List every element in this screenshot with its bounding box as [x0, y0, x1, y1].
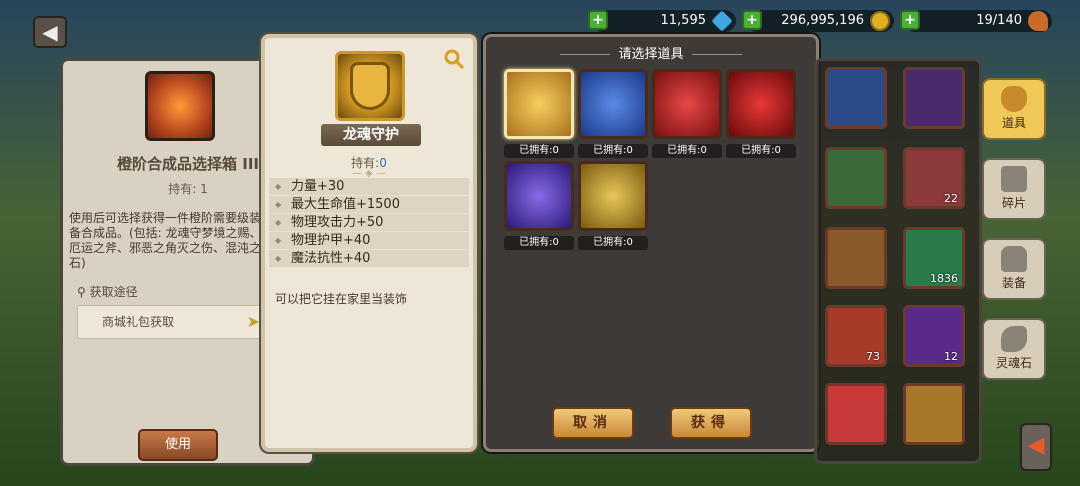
item-slot-chaos-stone[interactable] [578, 161, 648, 231]
back-button[interactable]: ◀ [33, 16, 67, 48]
dialog-title: 请选择道具 [486, 43, 816, 62]
inventory-item[interactable] [825, 227, 887, 289]
gold-value: 296,995,196 [781, 13, 864, 28]
inventory-item[interactable] [825, 67, 887, 129]
soulstone-icon [1001, 326, 1027, 352]
source-item-shop[interactable]: 商城礼包获取 ➤ [77, 305, 265, 339]
item-select-dialog: 请选择道具 已拥有:0 已拥有:0 已拥有:0 已拥有:0 已拥有:0 已拥有:… [483, 34, 819, 452]
diamond-counter: + 11,595 [588, 10, 736, 32]
detail-item-name: 龙魂守护 [321, 124, 421, 146]
tab-equipment[interactable]: 装备 [982, 238, 1046, 300]
item-detail-panel: 龙魂守护 持有:0 — ◈ — 力量+30 最大生命值+1500 物理攻击力+5… [261, 34, 477, 452]
diamond-value: 11,595 [660, 13, 707, 28]
stat-row: 魔法抗性+40 [269, 250, 469, 268]
tab-soulstones[interactable]: 灵魂石 [982, 318, 1046, 380]
scroll-left-button[interactable]: ◀ [1020, 423, 1052, 471]
item-slot-dragon-soul-shield[interactable] [504, 69, 574, 139]
slot-owned-label: 已拥有:0 [726, 144, 796, 158]
arrow-right-icon: ➤ [246, 312, 260, 331]
magnifier-icon[interactable] [443, 48, 465, 70]
item-slot-destruction-blade[interactable] [504, 161, 574, 231]
armor-icon [1001, 246, 1027, 272]
tab-label: 碎片 [1001, 196, 1026, 210]
inventory-item[interactable]: 73 [825, 305, 887, 367]
add-diamond-button[interactable]: + [588, 10, 608, 30]
stats-list: 力量+30 最大生命值+1500 物理攻击力+50 物理护甲+40 魔法抗性+4… [269, 178, 469, 268]
source-heading: ⚲ 获取途径 [77, 283, 138, 300]
inventory-item[interactable] [903, 383, 965, 445]
search-icon: ⚲ [77, 285, 90, 299]
tab-label: 灵魂石 [995, 356, 1032, 370]
dragon-shield-icon [335, 51, 405, 121]
slot-owned-label: 已拥有:0 [652, 144, 722, 158]
tab-fragments[interactable]: 碎片 [982, 158, 1046, 220]
meat-icon [1028, 11, 1048, 31]
tab-label: 道具 [1001, 116, 1026, 130]
inventory-item[interactable]: 1836 [903, 227, 965, 289]
source-item-label: 商城礼包获取 [102, 315, 175, 329]
stamina-value: 19/140 [976, 13, 1022, 28]
slot-owned-label: 已拥有:0 [504, 144, 574, 158]
inventory-item[interactable] [903, 67, 965, 129]
stat-row: 物理护甲+40 [269, 232, 469, 250]
add-gold-button[interactable]: + [742, 10, 762, 30]
source-heading-label: 获取途径 [89, 285, 138, 299]
stat-row: 力量+30 [269, 178, 469, 196]
cancel-button[interactable]: 取消 [552, 407, 634, 439]
item-slot-doom-axe[interactable] [652, 69, 722, 139]
use-button[interactable]: 使用 [138, 429, 218, 461]
slot-owned-label: 已拥有:0 [504, 236, 574, 250]
slot-owned-label: 已拥有:0 [578, 236, 648, 250]
stat-row: 物理攻击力+50 [269, 214, 469, 232]
item-slot-dream-gift-ring[interactable] [578, 69, 648, 139]
gold-counter: + 296,995,196 [742, 10, 894, 32]
chest-icon [145, 71, 215, 141]
diamond-icon [711, 10, 733, 32]
bag-icon [1001, 86, 1027, 112]
obtain-button[interactable]: 获得 [670, 407, 752, 439]
puzzle-icon [1001, 166, 1027, 192]
item-description: 使用后可选择获得一件橙阶需要级装备合成品。(包括: 龙魂守梦境之赐、厄运之斧、邪… [69, 211, 262, 270]
slot-owned-label: 已拥有:0 [578, 144, 648, 158]
inventory-item[interactable]: 22 [903, 147, 965, 209]
add-stamina-button[interactable]: + [900, 10, 920, 30]
tab-label: 装备 [1001, 276, 1026, 290]
gold-coin-icon [870, 11, 890, 31]
inventory-item[interactable]: 12 [903, 305, 965, 367]
stamina-counter: + 19/140 [900, 10, 1052, 32]
divider: — ◈ — [351, 168, 387, 179]
inventory-item[interactable] [825, 383, 887, 445]
item-slot-evil-horn[interactable] [726, 69, 796, 139]
tab-items[interactable]: 道具 [982, 78, 1046, 140]
inventory-item[interactable] [825, 147, 887, 209]
inventory-grid: 22 1836 73 12 [814, 58, 982, 464]
item-flavor-text: 可以把它挂在家里当装饰 [275, 292, 408, 306]
stat-row: 最大生命值+1500 [269, 196, 469, 214]
